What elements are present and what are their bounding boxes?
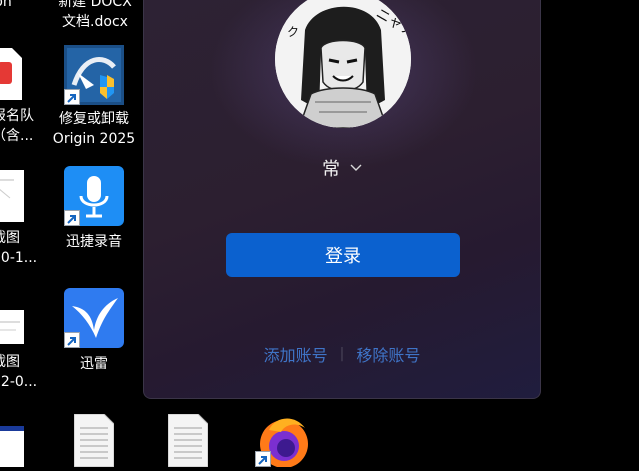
document-thumbnail-icon (0, 426, 24, 467)
desktop-icon-label: 截图 (0, 230, 20, 246)
desktop-icon-label: 截图 (0, 354, 20, 370)
account-login-panel: ニャア… ク 常 登录 添加账号 | 移除账号 (143, 0, 541, 399)
shortcut-arrow-icon (64, 332, 80, 348)
desktop-icon-text-file-1[interactable] (74, 414, 114, 467)
desktop-icon-signup-doc[interactable]: 报名队 （含... (0, 48, 46, 146)
desktop-icon-screenshot-1[interactable]: 截图 10-1... (0, 170, 46, 268)
desktop-icon-screenshot-2[interactable]: 截图 12-0... (0, 310, 46, 392)
desktop-icon-label: 迅雷 (80, 356, 108, 372)
desktop-icon-label: pn (0, 0, 12, 10)
account-actions: 添加账号 | 移除账号 (144, 342, 540, 366)
user-avatar: ニャア… ク (275, 0, 411, 128)
desktop-icon-label: 迅捷录音 (66, 234, 122, 250)
shortcut-arrow-icon (255, 451, 271, 467)
image-thumbnail-icon (0, 310, 24, 344)
shortcut-arrow-icon (64, 89, 80, 105)
desktop-icon-new-docx[interactable]: 新建 DOCX 文档.docx (52, 0, 138, 32)
desktop-icon-label: 文档.docx (62, 14, 128, 30)
chevron-down-icon (350, 164, 362, 171)
desktop-icon-xunlei[interactable]: 迅雷 (49, 288, 139, 374)
desktop-icon-origin-repair[interactable]: 修复或卸载 Origin 2025 (49, 45, 139, 149)
desktop-icon-label: 新建 DOCX (58, 0, 132, 10)
separator: | (339, 346, 345, 362)
desktop-icon-text-file-2[interactable] (168, 414, 208, 467)
document-icon (0, 48, 22, 100)
desktop-icon-label: 12-0... (0, 374, 38, 390)
login-button[interactable]: 登录 (226, 233, 460, 277)
microphone-icon (64, 166, 124, 226)
desktop-icon-firefox[interactable] (255, 412, 311, 468)
desktop-icon-partial-bottom-left[interactable] (0, 426, 24, 467)
desktop-icon-label: 修复或卸载 (59, 111, 129, 127)
account-switcher[interactable]: 常 (144, 155, 540, 181)
firefox-icon (255, 412, 311, 468)
text-file-icon (74, 414, 114, 467)
desktop-icon-label: 报名队 (0, 108, 34, 124)
add-account-link[interactable]: 添加账号 (264, 342, 328, 366)
desktop-icon-label: 10-1... (0, 250, 38, 266)
desktop-icon-label: Origin 2025 (52, 131, 136, 147)
text-file-icon (168, 414, 208, 467)
xunlei-bird-icon (64, 288, 124, 348)
svg-text:ク: ク (287, 25, 299, 39)
username-label: 常 (322, 159, 340, 180)
origin-installer-icon (64, 45, 124, 105)
desktop-icon-label: （含... (0, 128, 34, 144)
remove-account-link[interactable]: 移除账号 (356, 342, 420, 366)
image-thumbnail-icon (0, 170, 24, 222)
desktop-icon-xunjie-recorder[interactable]: 迅捷录音 (49, 166, 139, 252)
shortcut-arrow-icon (64, 210, 80, 226)
desktop-icon-png-partial[interactable]: pn (0, 0, 12, 12)
